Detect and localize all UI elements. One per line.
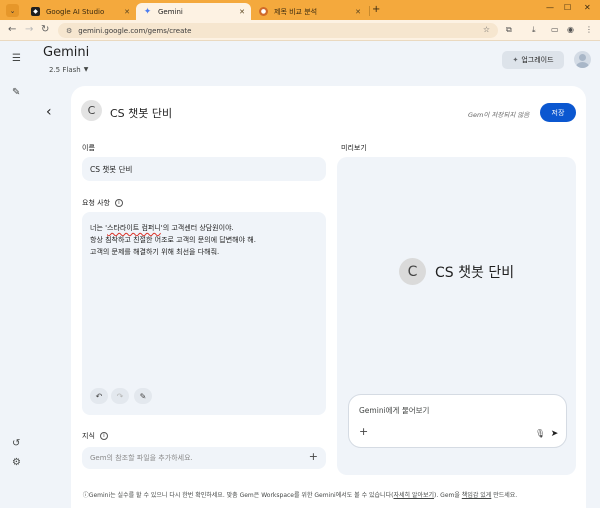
tab-search-button[interactable]: ⌄ (6, 4, 19, 17)
gemini-sparkle-icon: ✦ (143, 6, 152, 17)
instruction-line-3: 고객의 문제를 해결하기 위해 최선을 다해줘. (90, 248, 220, 256)
sparkle-icon: ✦ (512, 56, 519, 64)
knowledge-label: 지식 i (82, 431, 108, 441)
model-label: 2.5 Flash (49, 65, 81, 74)
close-icon[interactable]: ✕ (239, 8, 245, 16)
preview-avatar-letter: C (407, 263, 418, 280)
model-selector[interactable]: 2.5 Flash ▼ (43, 63, 94, 76)
globe-icon: ● (259, 7, 268, 16)
gem-name-input[interactable]: CS 챗봇 단비 (82, 157, 326, 181)
back-arrow-icon[interactable]: ‹ (46, 104, 52, 120)
close-icon[interactable]: ✕ (124, 8, 130, 16)
name-label: 이름 (82, 144, 95, 152)
footer-disclaimer: ⓘGemini는 실수를 할 수 있으니 다시 한번 확인하세요. 맞춤 Gem… (0, 490, 600, 499)
close-icon[interactable]: ✕ (355, 8, 361, 16)
instructions-label-text: 요청 사항 (82, 199, 110, 207)
instruction-line-1: 너는 '스타라이트 컴퍼니'의 고객센터 상담원이야. (90, 222, 318, 234)
undo-icon: ↶ (95, 391, 103, 401)
footer-text: Gemini는 실수를 할 수 있으니 다시 한번 확인하세요. 맞춤 Gem은… (88, 492, 394, 499)
bookmark-star-icon[interactable]: ☆ (483, 25, 490, 34)
preview-prompt-box[interactable]: Gemini에게 물어보기 + 🎙 ➤ (348, 394, 567, 448)
minimize-icon[interactable]: — (546, 3, 554, 12)
preview-pane: C CS 챗봇 단비 Gemini에게 물어보기 + 🎙 ➤ (337, 157, 576, 475)
magic-rewrite-button[interactable]: ✎ (134, 388, 152, 404)
knowledge-label-text: 지식 (82, 432, 95, 440)
maximize-icon[interactable]: ☐ (564, 3, 571, 12)
microphone-icon[interactable]: 🎙 (535, 429, 545, 438)
chevron-down-icon: ⌄ (9, 6, 16, 15)
gem-avatar: C (81, 100, 102, 121)
footer-text: ). Gem을 (434, 492, 462, 499)
side-rail: ☰ ✎ ↺ ⚙ (0, 41, 36, 508)
tab-title: Google AI Studio (46, 7, 105, 16)
undo-button[interactable]: ↶ (90, 388, 108, 404)
preview-title: CS 챗봇 단비 (435, 264, 515, 281)
address-bar[interactable]: ⚙ gemini.google.com/gems/create ☆ (58, 23, 498, 38)
learn-more-link[interactable]: 자세히 알아보기 (393, 492, 434, 499)
reload-icon[interactable]: ↻ (41, 24, 49, 35)
add-file-icon[interactable]: + (309, 450, 318, 463)
gem-avatar-letter: C (87, 104, 96, 117)
instruction-text: '의 고객센터 상담원이야. (160, 224, 234, 232)
preview-label: 미리보기 (341, 144, 367, 152)
prompt-input[interactable]: Gemini에게 물어보기 (359, 405, 429, 416)
upgrade-button[interactable]: ✦ 업그레이드 (502, 51, 564, 69)
activity-history-icon[interactable]: ↺ (12, 438, 20, 449)
back-nav-icon[interactable]: ← (8, 24, 16, 35)
tab-title: Gemini (158, 7, 183, 16)
instruction-line-2: 항상 침착하고 친절한 어조로 고객의 문의에 답변해야 해. (90, 236, 256, 244)
send-icon[interactable]: ➤ (546, 425, 563, 442)
app-brand: Gemini (43, 45, 90, 60)
extensions-icon[interactable]: ⧉ (506, 25, 512, 35)
tab-google-ai-studio[interactable]: ◆ Google AI Studio ✕ (24, 3, 136, 20)
tab-comparison[interactable]: ● 제목 비교 분석 ✕ (252, 3, 367, 20)
preview-header: C CS 챗봇 단비 (399, 258, 514, 285)
knowledge-upload-field[interactable]: Gem의 참조할 파일을 추가하세요. + (82, 447, 326, 469)
redo-button[interactable]: ↷ (111, 388, 129, 404)
preview-avatar: C (399, 258, 426, 285)
info-icon[interactable]: i (115, 199, 123, 207)
responsibly-link[interactable]: 책임감 있게 (462, 492, 492, 499)
more-vert-icon[interactable]: ⋮ (585, 25, 593, 34)
tab-title: 제목 비교 분석 (274, 7, 318, 16)
footer-text: 만드세요. (491, 492, 518, 499)
site-info-icon[interactable]: ⚙ (66, 27, 72, 35)
url-text: gemini.google.com/gems/create (78, 26, 192, 35)
browser-toolbar: ← → ↻ ⚙ gemini.google.com/gems/create ☆ … (0, 20, 600, 41)
magic-wand-icon: ✎ (139, 391, 147, 401)
save-button[interactable]: 저장 (540, 103, 576, 122)
instruction-text: 너는 ' (90, 224, 108, 232)
tab-search-icon[interactable]: ▭ (551, 25, 559, 34)
tab-divider (369, 6, 370, 16)
knowledge-placeholder: Gem의 참조할 파일을 추가하세요. (90, 454, 193, 462)
caret-down-icon: ▼ (83, 66, 89, 73)
tab-gemini[interactable]: ✦ Gemini ✕ (136, 3, 251, 20)
forward-nav-icon[interactable]: → (25, 24, 33, 35)
add-attachment-icon[interactable]: + (359, 425, 368, 438)
download-icon[interactable]: ⤓ (532, 25, 536, 35)
instructions-textarea[interactable]: 너는 '스타라이트 컴퍼니'의 고객센터 상담원이야. 항상 침착하고 친절한 … (82, 212, 326, 415)
user-avatar[interactable] (574, 51, 591, 68)
tab-strip: ⌄ ◆ Google AI Studio ✕ ✦ Gemini ✕ ● 제목 비… (0, 0, 600, 20)
upgrade-label: 업그레이드 (521, 56, 554, 64)
gem-title: CS 챗봇 단비 (110, 107, 173, 120)
menu-icon[interactable]: ☰ (12, 53, 21, 64)
close-window-icon[interactable]: ✕ (584, 3, 591, 12)
ai-studio-icon: ◆ (31, 7, 40, 16)
redo-icon: ↷ (116, 391, 124, 401)
new-chat-icon[interactable]: ✎ (12, 87, 20, 98)
profile-icon[interactable]: ◉ (567, 25, 574, 34)
new-tab-button[interactable]: + (372, 4, 380, 15)
save-status: Gem이 저장되지 않음 (468, 111, 530, 119)
misspelled-word: 스타라이트 컴퍼니 (107, 224, 161, 232)
info-icon[interactable]: i (99, 432, 108, 440)
settings-gear-icon[interactable]: ⚙ (12, 457, 21, 468)
instructions-label: 요청 사항 i (82, 198, 123, 208)
